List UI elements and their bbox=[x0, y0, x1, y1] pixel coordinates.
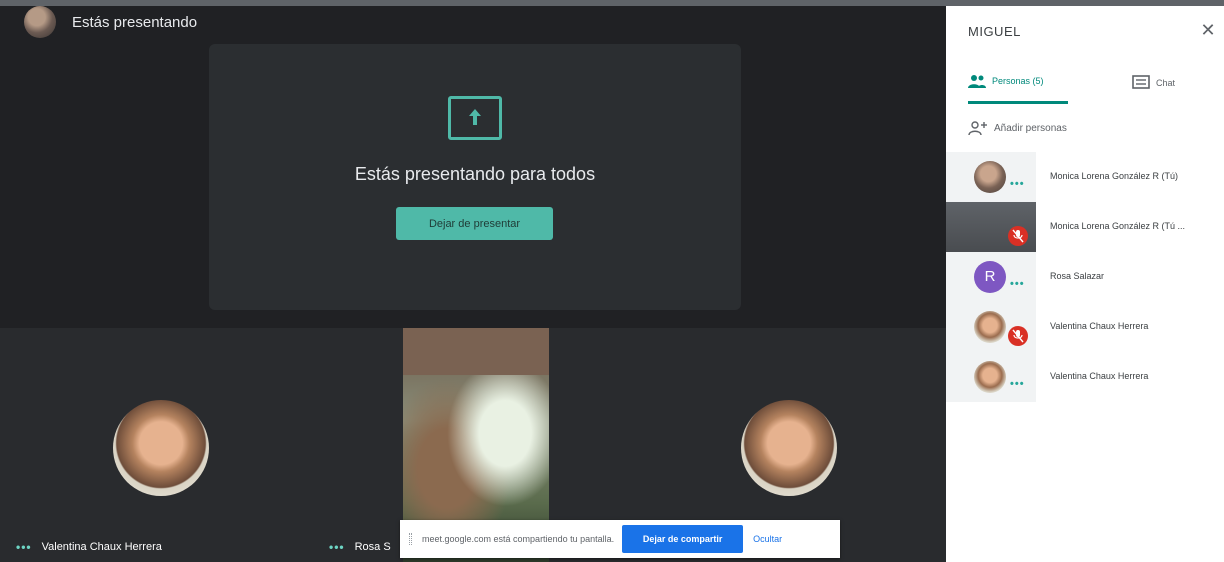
stop-presenting-button[interactable]: Dejar de presentar bbox=[396, 207, 553, 240]
avatar bbox=[974, 311, 1006, 343]
people-icon bbox=[968, 74, 986, 88]
add-people-label: Añadir personas bbox=[994, 122, 1067, 134]
participant-thumbnail: ••• bbox=[946, 352, 1036, 402]
presenter-avatar bbox=[24, 6, 56, 38]
share-notice-text: meet.google.com está compartiendo tu pan… bbox=[422, 534, 615, 544]
participant-name: Monica Lorena González R (Tú ... bbox=[1050, 221, 1186, 231]
participant-name-label: ••• Rosa S bbox=[329, 540, 391, 554]
participant-name-label: ••• Valentina Chaux Herrera bbox=[16, 540, 162, 554]
list-item[interactable]: Valentina Chaux Herrera bbox=[946, 302, 1224, 352]
participant-name: Valentina Chaux Herrera bbox=[41, 541, 162, 553]
more-options-icon: ••• bbox=[16, 540, 32, 554]
presentation-card: Estás presentando para todos Dejar de pr… bbox=[209, 44, 741, 310]
participant-name: Rosa S bbox=[354, 541, 391, 553]
meeting-stage: Estás presentando Estás presentando para… bbox=[0, 6, 946, 562]
tab-chat[interactable]: Chat bbox=[1132, 60, 1212, 106]
mic-off-icon bbox=[1008, 226, 1028, 246]
drag-handle-icon[interactable] bbox=[409, 533, 412, 545]
people-list: ••• Monica Lorena González R (Tú) Monica… bbox=[946, 152, 1224, 402]
participant-name: Valentina Chaux Herrera bbox=[1050, 321, 1149, 331]
avatar bbox=[974, 361, 1006, 393]
mic-off-icon bbox=[1008, 326, 1028, 346]
presenting-label: Estás presentando bbox=[72, 13, 198, 31]
panel-title: MIGUEL bbox=[968, 24, 1021, 39]
present-screen-icon bbox=[448, 96, 502, 140]
participant-thumbnail bbox=[946, 202, 1036, 252]
screen-share-notice: meet.google.com está compartiendo tu pan… bbox=[400, 520, 840, 558]
participant-avatar bbox=[741, 400, 837, 496]
participant-thumbnail: ••• bbox=[946, 152, 1036, 202]
participant-name: Monica Lorena González R (Tú) bbox=[1050, 171, 1179, 181]
list-item[interactable]: ••• Monica Lorena González R (Tú) bbox=[946, 152, 1224, 202]
list-item[interactable]: ••• Valentina Chaux Herrera bbox=[946, 352, 1224, 402]
participant-thumbnail bbox=[946, 302, 1036, 352]
tab-chat-label: Chat bbox=[1156, 78, 1176, 88]
participant-name: Valentina Chaux Herrera bbox=[1050, 371, 1149, 381]
panel-tabs: Personas (5) Chat bbox=[946, 60, 1224, 106]
more-options-icon: ••• bbox=[329, 540, 345, 554]
hide-notice-button[interactable]: Ocultar bbox=[753, 534, 782, 544]
list-item[interactable]: Monica Lorena González R (Tú ... bbox=[946, 202, 1224, 252]
avatar bbox=[974, 161, 1006, 193]
more-options-icon: ••• bbox=[1010, 178, 1025, 190]
stop-sharing-button[interactable]: Dejar de compartir bbox=[622, 525, 744, 553]
participant-name: Rosa Salazar bbox=[1050, 271, 1105, 281]
presentation-title: Estás presentando para todos bbox=[354, 164, 596, 184]
close-icon[interactable]: ✕ bbox=[1198, 20, 1218, 40]
side-panel: MIGUEL ✕ Personas (5) Chat Añadir person… bbox=[946, 6, 1224, 562]
add-people-button[interactable]: Añadir personas bbox=[968, 116, 1067, 140]
participant-avatar bbox=[113, 400, 209, 496]
panel-header: MIGUEL ✕ bbox=[946, 6, 1224, 56]
add-person-icon bbox=[968, 121, 987, 136]
more-options-icon: ••• bbox=[1010, 278, 1025, 290]
presenting-bar: Estás presentando bbox=[0, 6, 946, 38]
tab-people[interactable]: Personas (5) bbox=[968, 60, 1068, 104]
list-item[interactable]: R ••• Rosa Salazar bbox=[946, 252, 1224, 302]
avatar: R bbox=[974, 261, 1006, 293]
participant-thumbnail: R ••• bbox=[946, 252, 1036, 302]
more-options-icon: ••• bbox=[1010, 378, 1025, 390]
tab-people-label: Personas (5) bbox=[992, 75, 1044, 86]
chat-icon bbox=[1132, 75, 1150, 89]
participant-tile[interactable]: ••• Valentina Chaux Herrera bbox=[0, 328, 400, 562]
